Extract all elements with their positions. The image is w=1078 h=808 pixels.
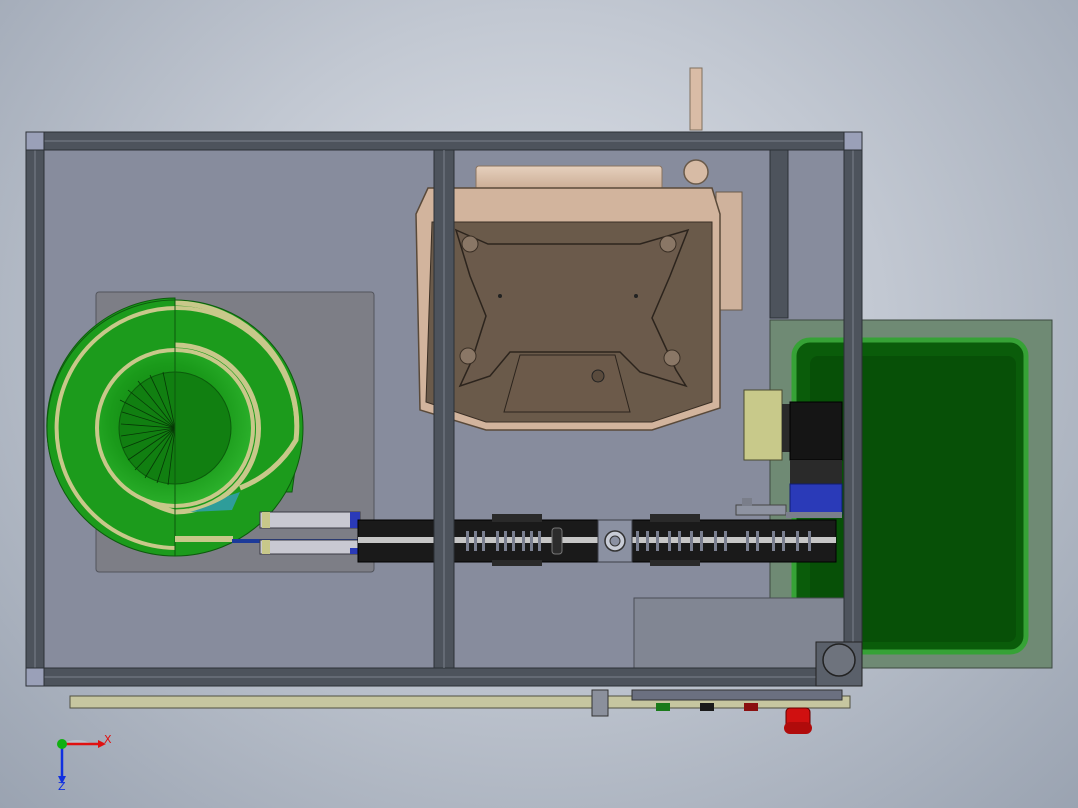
front-rail (69, 689, 851, 717)
motor-icon (415, 67, 743, 431)
estop-icon[interactable] (784, 707, 812, 734)
x-axis-label: X (104, 733, 112, 746)
cad-model-view[interactable]: X Z (0, 0, 1078, 808)
corner-fitting (815, 641, 863, 687)
cad-viewport[interactable]: X Z (0, 0, 1078, 808)
axis-triad-icon: X Z (57, 733, 112, 793)
z-axis-label: Z (58, 780, 66, 793)
electrical-box (633, 597, 847, 671)
